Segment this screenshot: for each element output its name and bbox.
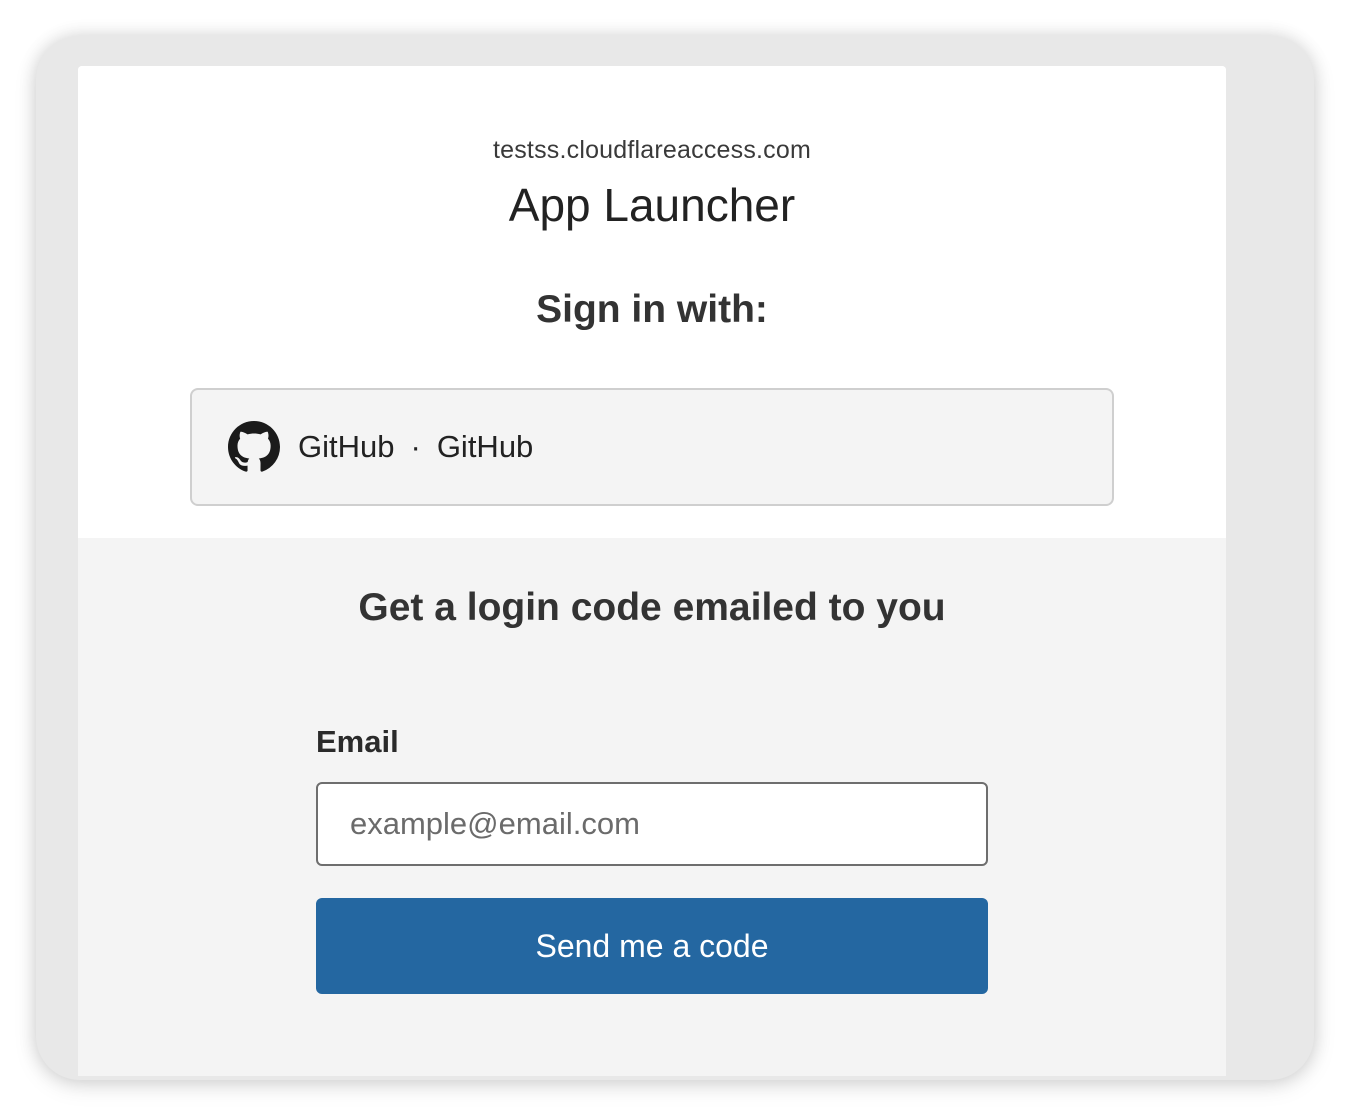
header-section: testss.cloudflareaccess.com App Launcher… [78,66,1226,538]
github-icon [228,421,280,473]
email-login-section: Get a login code emailed to you Email Se… [78,538,1226,1076]
email-input[interactable] [316,782,988,866]
email-label: Email [316,724,399,759]
page-title: App Launcher [508,179,796,231]
email-login-heading: Get a login code emailed to you [358,586,946,629]
team-domain: testss.cloudflareaccess.com [492,136,812,164]
signin-heading: Sign in with: [536,288,768,331]
window-frame: testss.cloudflareaccess.com App Launcher… [36,36,1314,1080]
provider-type: GitHub [298,429,395,464]
github-login-label: GitHub · GitHub [298,429,533,465]
send-code-button[interactable]: Send me a code [316,898,988,994]
login-card: testss.cloudflareaccess.com App Launcher… [78,66,1226,1076]
provider-name: GitHub [436,429,534,464]
github-login-button[interactable]: GitHub · GitHub [190,388,1114,506]
provider-separator: · [410,429,421,464]
